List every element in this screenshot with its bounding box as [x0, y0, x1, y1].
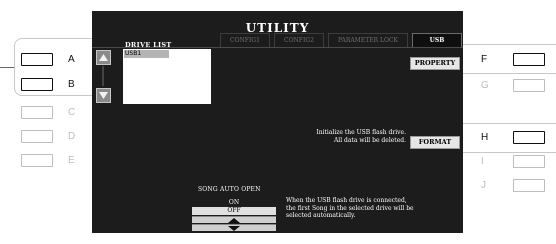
format-button[interactable]: FORMAT — [410, 136, 460, 149]
scroll-down-button[interactable] — [96, 88, 111, 103]
drive-item-usb1[interactable]: USB1 — [124, 50, 169, 58]
song-auto-open-off-option[interactable]: OFF — [192, 207, 276, 215]
panel-button-i[interactable] — [513, 155, 545, 168]
triangle-up-icon — [99, 54, 108, 61]
scroll-track — [102, 66, 104, 86]
sao-desc-line2: the first Song in the selected drive wil… — [286, 204, 414, 212]
song-auto-open-down-button[interactable] — [192, 224, 276, 231]
property-button[interactable]: PROPERTY — [410, 57, 460, 70]
drive-list-scrollbar[interactable] — [96, 50, 111, 103]
panel-label-i: I — [481, 156, 484, 167]
song-auto-open-on-option[interactable]: ON — [192, 198, 276, 207]
sao-desc-line3: selected automatically. — [286, 212, 356, 219]
format-info-line2: All data will be deleted. — [333, 137, 406, 144]
triangle-down-icon — [99, 92, 108, 99]
panel-label-c: C — [68, 107, 76, 118]
left-leader-line — [0, 67, 14, 68]
panel-label-e: E — [68, 155, 75, 166]
panel-button-c[interactable] — [21, 106, 53, 119]
song-auto-open-description: When the USB flash drive is connected, t… — [286, 197, 414, 220]
panel-button-j[interactable] — [513, 179, 545, 192]
song-auto-open-selector[interactable]: ON OFF — [192, 195, 276, 233]
panel-label-f: F — [481, 54, 488, 65]
panel-button-d[interactable] — [21, 130, 53, 143]
format-info-text: Initialize the USB flash drive. All data… — [316, 129, 406, 145]
panel-button-a[interactable] — [21, 53, 53, 66]
triangle-up-icon — [228, 217, 240, 223]
drive-list-heading: DRIVE LIST — [125, 41, 172, 49]
scroll-up-button[interactable] — [96, 50, 111, 65]
tab-config1[interactable]: CONFIG1 — [220, 33, 270, 47]
song-auto-open-up-button[interactable] — [192, 216, 276, 223]
panel-label-h: H — [481, 132, 489, 143]
panel-button-e[interactable] — [21, 154, 53, 167]
panel-button-b[interactable] — [21, 78, 53, 91]
tab-usb[interactable]: USB — [412, 33, 462, 47]
panel-label-b: B — [68, 79, 75, 90]
panel-button-f[interactable] — [513, 53, 545, 66]
drive-list-box[interactable]: USB1 — [123, 49, 211, 104]
panel-label-a: A — [68, 54, 75, 65]
tab-parameter-lock[interactable]: PARAMETER LOCK — [328, 33, 408, 47]
panel-button-h[interactable] — [513, 131, 545, 144]
panel-label-g: G — [481, 80, 489, 91]
panel-button-g[interactable] — [513, 79, 545, 92]
panel-label-d: D — [68, 131, 76, 142]
lcd-screen: UTILITY CONFIG1 CONFIG2 PARAMETER LOCK U… — [92, 11, 463, 233]
sao-desc-line1: When the USB flash drive is connected, — [286, 197, 407, 204]
song-auto-open-heading: SONG AUTO OPEN — [198, 186, 261, 193]
tab-config2[interactable]: CONFIG2 — [274, 33, 324, 47]
panel-label-j: J — [481, 180, 486, 191]
triangle-down-icon — [228, 225, 240, 231]
format-info-line1: Initialize the USB flash drive. — [316, 129, 406, 136]
